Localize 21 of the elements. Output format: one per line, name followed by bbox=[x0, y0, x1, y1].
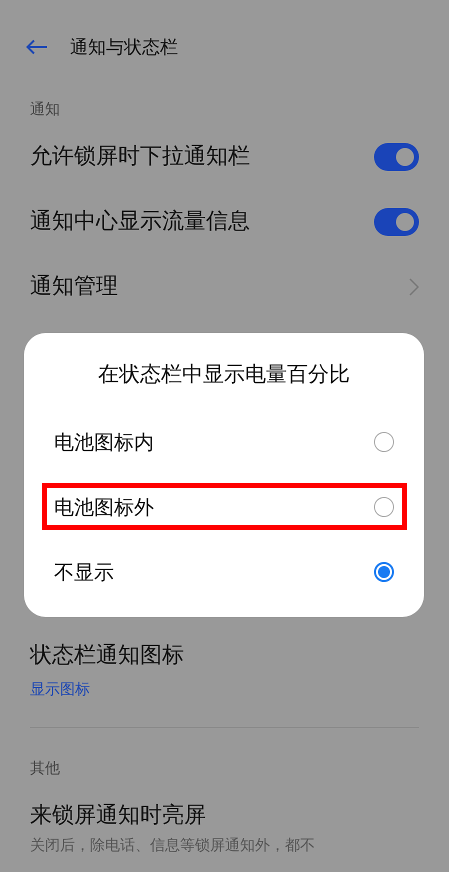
setting-title[interactable]: 允许锁屏时下拉通知栏 bbox=[30, 140, 250, 173]
radio-button[interactable] bbox=[374, 432, 394, 452]
toggle-switch[interactable] bbox=[374, 142, 419, 170]
section-label: 其他 bbox=[30, 758, 60, 780]
chevron-right-icon bbox=[409, 278, 419, 296]
back-arrow-icon[interactable] bbox=[26, 39, 48, 55]
radio-option[interactable]: 电池图标内 bbox=[54, 426, 154, 456]
radio-option[interactable]: 不显示 bbox=[54, 556, 114, 586]
radio-option[interactable]: 电池图标外 bbox=[54, 492, 154, 522]
radio-button[interactable] bbox=[374, 562, 394, 582]
setting-description: 关闭后，除电话、信息等锁屏通知外，都不 bbox=[30, 834, 316, 856]
setting-title[interactable]: 来锁屏通知时亮屏 bbox=[30, 802, 419, 830]
setting-title[interactable]: 通知管理 bbox=[30, 270, 118, 303]
toggle-switch[interactable] bbox=[374, 208, 419, 236]
setting-value: 显示图标 bbox=[30, 679, 91, 700]
radio-button[interactable] bbox=[374, 496, 394, 516]
dialog-title: 在状态栏中显示电量百分比 bbox=[98, 361, 350, 388]
page-title: 通知与状态栏 bbox=[70, 36, 178, 60]
section-label: 通知 bbox=[30, 98, 60, 120]
setting-title[interactable]: 通知中心显示流量信息 bbox=[30, 205, 250, 238]
setting-title[interactable]: 状态栏通知图标 bbox=[30, 639, 419, 672]
